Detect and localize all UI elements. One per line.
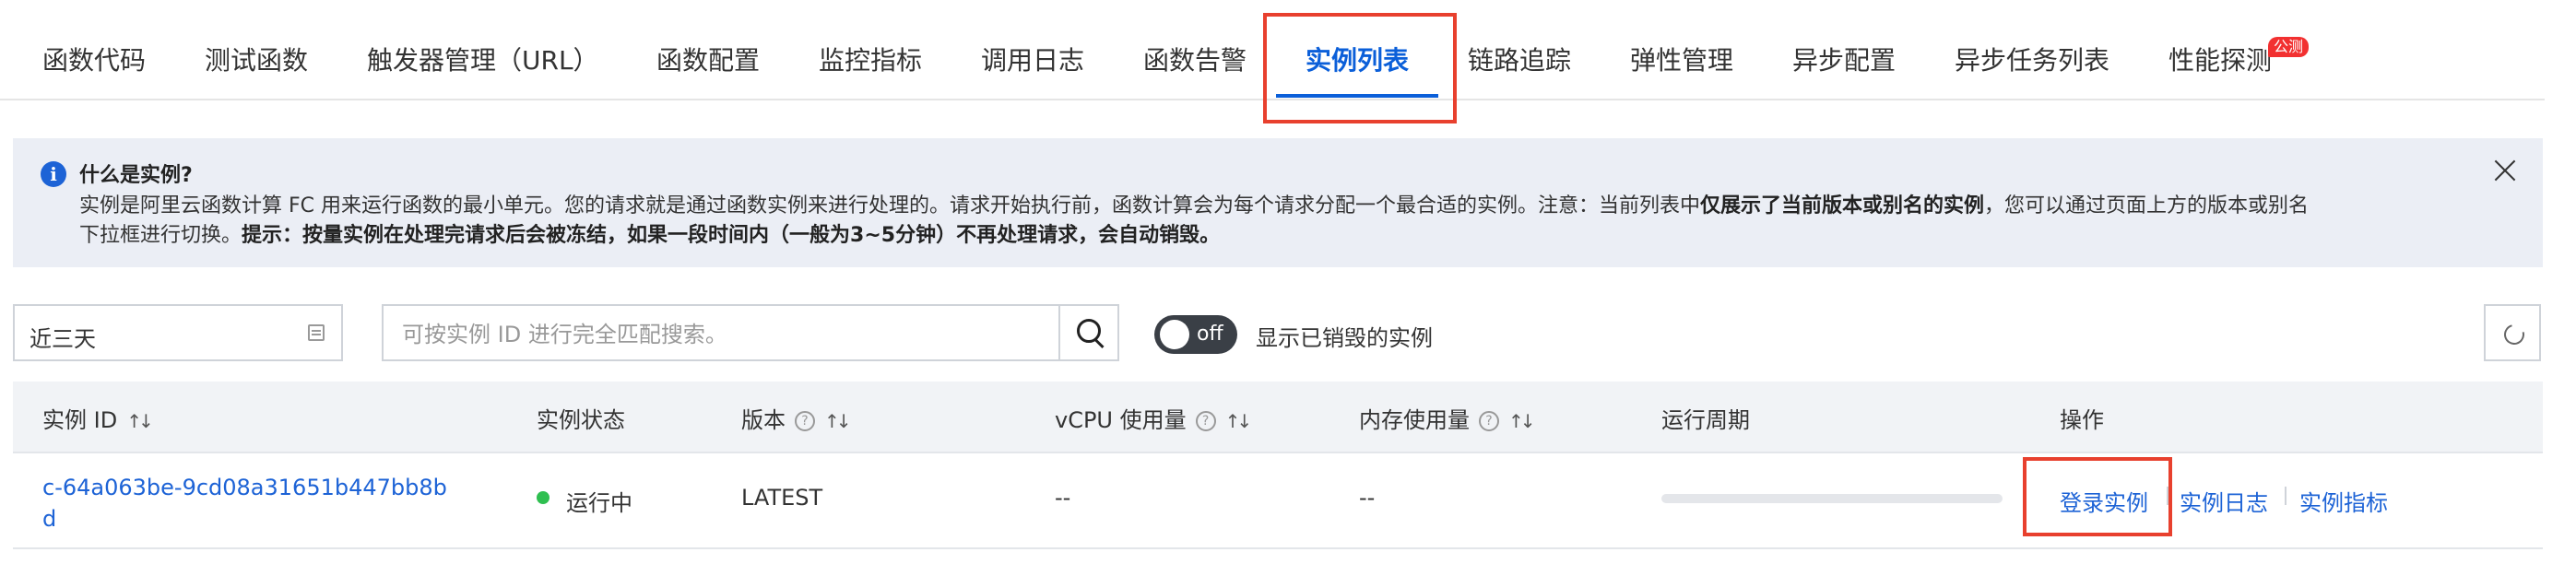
- close-icon[interactable]: [2491, 157, 2519, 184]
- search-button[interactable]: [1058, 304, 1119, 361]
- run-period-bar: [1661, 494, 2003, 503]
- refresh-button[interactable]: [2484, 304, 2541, 361]
- tab-tracing[interactable]: 链路追踪: [1468, 41, 1571, 77]
- help-icon[interactable]: ?: [795, 411, 815, 431]
- calendar-icon: [308, 324, 325, 341]
- show-destroyed-label: 显示已销毁的实例: [1256, 325, 1433, 351]
- sort-icon[interactable]: ↑↓: [824, 410, 851, 432]
- tab-elastic-management[interactable]: 弹性管理: [1630, 41, 1733, 77]
- toggle-knob: [1160, 320, 1189, 349]
- refresh-icon: [2499, 320, 2529, 349]
- toggle-state-label: off: [1197, 323, 1223, 346]
- tab-performance-probe[interactable]: 性能探测: [2168, 41, 2272, 77]
- col-memory: 内存使用量? ↑↓: [1359, 407, 1535, 433]
- info-icon: i: [41, 161, 66, 187]
- instance-metrics-link[interactable]: 实例指标: [2299, 485, 2388, 517]
- action-separator: [2285, 487, 2286, 505]
- banner-title: 什么是实例?: [79, 164, 193, 187]
- banner-text-line1: 实例是阿里云函数计算 FC 用来运行函数的最小单元。您的请求就是通过函数实例来进…: [79, 194, 2310, 217]
- show-destroyed-toggle[interactable]: off: [1154, 315, 1237, 354]
- sort-icon[interactable]: ↑↓: [1225, 410, 1252, 432]
- beta-badge: 公测: [2268, 37, 2310, 57]
- banner-text-line2: 下拉框进行切换。提示：按量实例在处理完请求后会被冻结，如果一段时间内（一般为3~…: [79, 224, 1221, 247]
- tab-trigger-management[interactable]: 触发器管理（URL）: [367, 41, 599, 77]
- sort-icon[interactable]: ↑↓: [126, 410, 153, 432]
- action-separator: [2167, 487, 2168, 505]
- col-vcpu: vCPU 使用量? ↑↓: [1055, 407, 1252, 433]
- date-range-value: 近三天: [30, 326, 96, 352]
- date-range-picker[interactable]: 近三天: [13, 304, 343, 361]
- tab-test-function[interactable]: 测试函数: [205, 41, 308, 77]
- login-instance-link[interactable]: 登录实例: [2060, 485, 2148, 517]
- tab-function-config[interactable]: 函数配置: [656, 41, 760, 77]
- instance-memory-usage: --: [1359, 485, 1376, 511]
- col-run-period: 运行周期: [1661, 407, 1750, 433]
- tab-monitoring-metrics[interactable]: 监控指标: [819, 41, 922, 77]
- instance-id-link[interactable]: c-64a063be-9cd08a31651b447bb8bd: [42, 472, 448, 535]
- col-status: 实例状态: [537, 407, 625, 433]
- instance-version: LATEST: [741, 485, 823, 511]
- instance-status: 运行中: [566, 490, 632, 516]
- help-icon[interactable]: ?: [1195, 411, 1216, 431]
- tab-async-config[interactable]: 异步配置: [1792, 41, 1896, 77]
- tab-async-task-list[interactable]: 异步任务列表: [1955, 41, 2109, 77]
- tab-instance-list[interactable]: 实例列表: [1306, 41, 1409, 77]
- function-tabs: 函数代码 测试函数 触发器管理（URL） 函数配置 监控指标 调用日志 函数告警…: [0, 0, 2545, 100]
- active-tab-indicator: [1276, 94, 1438, 98]
- col-instance-id: 实例 ID ↑↓: [42, 407, 154, 433]
- table-header: [13, 382, 2543, 453]
- status-running-dot: [537, 491, 549, 504]
- instance-logs-link[interactable]: 实例日志: [2180, 485, 2268, 517]
- sort-icon[interactable]: ↑↓: [1508, 410, 1535, 432]
- instance-search-box: [382, 304, 1119, 361]
- tab-invocation-logs[interactable]: 调用日志: [981, 41, 1084, 77]
- tab-function-alerts[interactable]: 函数告警: [1143, 41, 1247, 77]
- col-actions: 操作: [2060, 407, 2104, 433]
- help-icon[interactable]: ?: [1479, 411, 1499, 431]
- col-version: 版本? ↑↓: [741, 407, 851, 433]
- instance-vcpu-usage: --: [1055, 485, 1071, 511]
- instance-search-input[interactable]: [400, 319, 1049, 350]
- tab-function-code[interactable]: 函数代码: [42, 41, 146, 77]
